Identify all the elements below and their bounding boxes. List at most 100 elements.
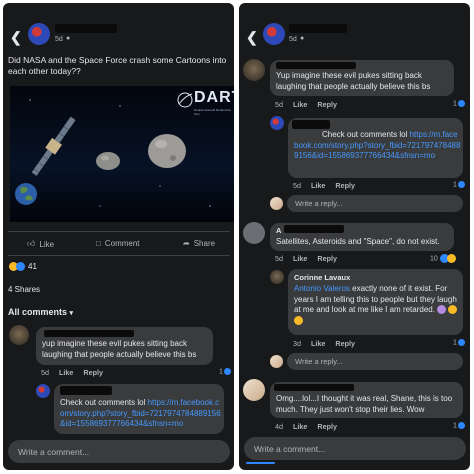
comment-text: Yup imagine these evil pukes sitting bac… [276,71,431,91]
comment-actions: 5d Like Reply [275,100,337,109]
comment-reaction-count[interactable]: 1 [219,368,231,375]
comment-bubble: yup imagine these evil pukes sitting bac… [36,327,213,365]
comment-actions: 4d Like Reply [275,422,337,431]
like-reaction-icon [16,262,25,271]
emoji-icon [448,305,458,315]
divider [8,231,230,232]
replier-name[interactable]: Corinne Lavaux [294,273,350,282]
replier-avatar[interactable] [36,384,50,398]
comment-input[interactable]: Write a comment... [244,437,466,460]
divider [8,255,230,256]
post-image[interactable]: DART Double Asteroid Redirection Test [10,86,234,222]
comment-actions: 5d Like Reply [41,368,103,377]
comment-like-link[interactable]: Like [293,254,307,263]
post-time: 5d [289,36,297,43]
comment-like-link[interactable]: Like [293,100,307,109]
comment-reaction-count[interactable]: 1 [453,422,465,429]
emoji-icon [294,315,303,325]
dart-logo-subtitle: Double Asteroid Redirection Test [194,108,232,116]
comment-text: yup imagine these evil pukes sitting bac… [42,339,197,359]
shares-count[interactable]: 4 Shares [8,285,40,294]
like-reaction-icon [457,339,465,346]
mention-link[interactable]: Antonio Valeros [294,284,350,293]
reaction-summary[interactable]: 41 [9,262,37,271]
back-arrow-icon[interactable]: ❮ [10,29,22,46]
reply-bubble: Corinne Lavaux Antonio Valeros exactly n… [288,269,463,335]
reply-like-link[interactable]: Like [311,339,325,348]
dart-logo-text: DART [194,89,234,106]
commenter-initial: A [276,226,282,235]
comment-input[interactable]: Write a comment... [8,440,230,463]
comment-reply-link[interactable]: Reply [83,368,103,377]
post-time: 5d [55,36,63,43]
reply-text: Check out comments lol https://m.faceboo… [60,398,221,428]
comment-bubble: Omg....lol...I thought it was real, Shan… [270,382,463,418]
reply-reply-link[interactable]: Reply [335,181,355,190]
share-button[interactable]: ➦ Share [183,239,215,248]
comment-like-link[interactable]: Like [59,368,73,377]
redacted-commenter-name [44,330,134,337]
commenter-avatar[interactable] [243,222,265,244]
redacted-page-name [55,24,117,33]
like-reaction-icon [457,181,465,188]
page-avatar[interactable] [28,23,50,45]
like-button[interactable]: 👍︎ Like [27,239,54,249]
comment-reaction-count[interactable]: 10 [430,254,456,263]
share-icon: ➦ [183,239,190,248]
reply-reaction-count[interactable]: 1 [453,181,465,188]
reply-input[interactable]: Write a reply... [287,353,463,370]
haha-reaction-icon [446,254,456,263]
input-focus-indicator [246,462,275,464]
comment-actions: 5d Like Reply [275,254,337,263]
comment-reaction-count[interactable]: 1 [453,100,465,107]
like-reaction-icon [223,368,231,375]
reply-reply-link[interactable]: Reply [335,339,355,348]
replier-avatar[interactable] [270,116,284,130]
back-arrow-icon[interactable]: ❮ [246,29,258,46]
reply-actions: 5d Like Reply [293,181,355,190]
right-screenshot: ❮ 5d ● Yup imagine these evil pukes sitt… [239,3,470,470]
replier-avatar[interactable] [270,270,284,284]
current-user-avatar [270,355,283,368]
current-user-avatar [270,197,283,210]
page-avatar[interactable] [263,23,285,45]
comment-text: Satellites, Asteroids and "Space", do no… [276,237,440,246]
spacecraft-icon [31,116,76,176]
left-screenshot: ❮ 5d ● Did NASA and the Space Force cras… [3,3,234,470]
comment-icon: □ [96,239,101,248]
reply-like-link[interactable]: Like [311,181,325,190]
commenter-avatar[interactable] [243,59,265,81]
reply-reaction-count[interactable]: 1 [453,339,465,346]
redacted-replier-name [60,386,112,395]
comment-like-link[interactable]: Like [293,422,307,431]
comment-bubble: A Satellites, Asteroids and "Space", do … [270,223,454,251]
like-reaction-icon [457,422,465,429]
comment-reply-link[interactable]: Reply [317,100,337,109]
redacted-commenter-name [276,62,356,69]
comment-reply-link[interactable]: Reply [317,422,337,431]
comment-reply-link[interactable]: Reply [317,254,337,263]
globe-icon: ● [66,35,71,42]
comment-text: Omg....lol...I thought it was real, Shan… [276,394,453,414]
redacted-page-name [289,24,347,33]
reply-text: Check out comments lol https://m.faceboo… [294,130,461,160]
like-reaction-icon [457,100,465,107]
reply-input[interactable]: Write a reply... [287,195,463,212]
chevron-down-icon: ▾ [69,310,74,317]
comment-button[interactable]: □ Comment [96,239,140,248]
emoji-icon [437,305,447,315]
thumbs-up-icon: 👍︎ [27,239,36,248]
redacted-commenter-name [284,225,344,233]
reply-actions: 3d Like Reply [293,339,355,348]
commenter-avatar[interactable] [243,379,265,401]
comment-bubble: Yup imagine these evil pukes sitting bac… [270,60,454,96]
redacted-replier-name [292,120,330,129]
reply-bubble: Check out comments lol https://m.faceboo… [288,118,463,178]
globe-icon: ● [300,35,305,42]
all-comments-filter[interactable]: All comments ▾ [8,307,73,317]
commenter-avatar[interactable] [9,325,29,345]
post-text: Did NASA and the Space Force crash some … [8,55,227,76]
redacted-commenter-name [274,384,354,391]
reply-text: Antonio Valeros exactly none of it exist… [294,284,461,326]
reply-bubble: Check out comments lol https://m.faceboo… [54,384,224,434]
